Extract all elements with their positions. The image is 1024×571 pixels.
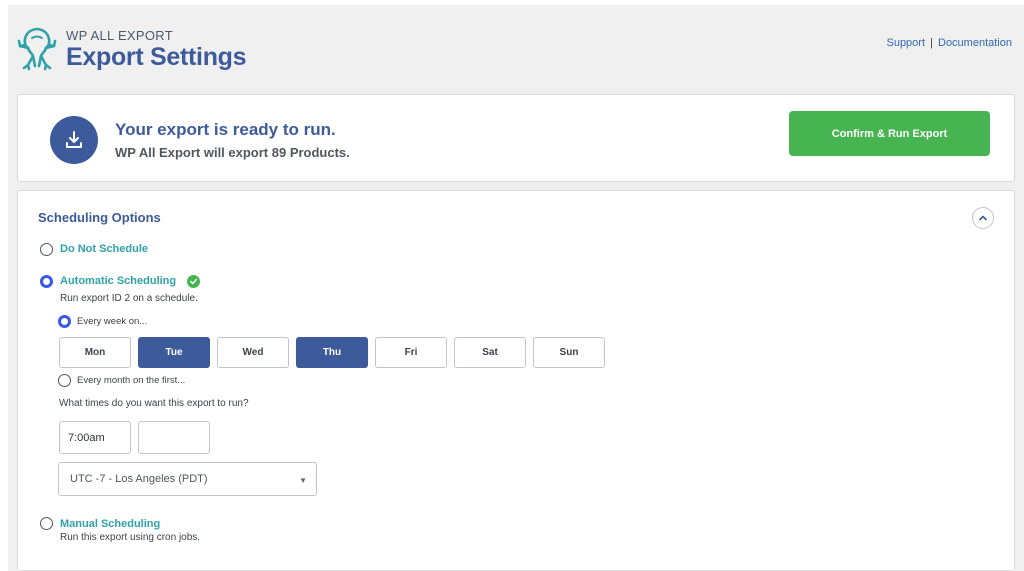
export-ready-panel: Your export is ready to run. WP All Expo… [17, 94, 1015, 182]
check-icon [187, 275, 200, 288]
times-question: What times do you want this export to ru… [59, 398, 249, 409]
scheduling-options-panel: Scheduling Options Do Not Schedule Autom… [17, 190, 1015, 571]
ready-title: Your export is ready to run. [115, 120, 336, 139]
every-week-radio[interactable] [58, 315, 71, 328]
support-link[interactable]: Support [886, 37, 925, 49]
do-not-schedule-label[interactable]: Do Not Schedule [60, 243, 148, 255]
automatic-scheduling-description: Run export ID 2 on a schedule. [60, 293, 198, 304]
manual-scheduling-label[interactable]: Manual Scheduling [60, 518, 160, 530]
documentation-link[interactable]: Documentation [938, 37, 1012, 49]
automatic-scheduling-radio[interactable] [40, 275, 53, 288]
day-button-fri[interactable]: Fri [375, 337, 447, 368]
time-input-2[interactable] [138, 421, 210, 454]
day-button-sun[interactable]: Sun [533, 337, 605, 368]
day-button-mon[interactable]: Mon [59, 337, 131, 368]
download-icon [50, 116, 98, 164]
day-button-sat[interactable]: Sat [454, 337, 526, 368]
time-input-1[interactable] [59, 421, 131, 454]
scheduling-options-title: Scheduling Options [38, 210, 161, 225]
page-title: Export Settings [66, 43, 247, 71]
chevron-up-icon [979, 215, 987, 221]
collapse-button[interactable] [972, 207, 994, 229]
manual-scheduling-radio[interactable] [40, 517, 53, 530]
link-separator: | [930, 37, 933, 49]
every-month-label[interactable]: Every month on the first... [77, 375, 185, 386]
do-not-schedule-radio[interactable] [40, 243, 53, 256]
octopus-logo-icon [17, 27, 57, 71]
day-button-thu[interactable]: Thu [296, 337, 368, 368]
automatic-scheduling-label[interactable]: Automatic Scheduling [60, 275, 176, 287]
brand-name: WP ALL EXPORT [66, 28, 173, 43]
page-header: WP ALL EXPORT Export Settings Support | … [16, 22, 1024, 82]
day-button-tue[interactable]: Tue [138, 337, 210, 368]
dropdown-arrow-icon: ▼ [299, 476, 307, 485]
day-button-wed[interactable]: Wed [217, 337, 289, 368]
top-links: Support | Documentation [886, 37, 1012, 49]
timezone-select[interactable]: UTC -7 - Los Angeles (PDT) ▼ [58, 462, 317, 496]
manual-scheduling-description: Run this export using cron jobs. [60, 532, 201, 543]
confirm-run-export-button[interactable]: Confirm & Run Export [789, 111, 990, 156]
every-week-label[interactable]: Every week on... [77, 316, 147, 327]
ready-subtitle: WP All Export will export 89 Products. [115, 145, 350, 160]
timezone-value: UTC -7 - Los Angeles (PDT) [70, 473, 208, 485]
every-month-radio[interactable] [58, 374, 71, 387]
